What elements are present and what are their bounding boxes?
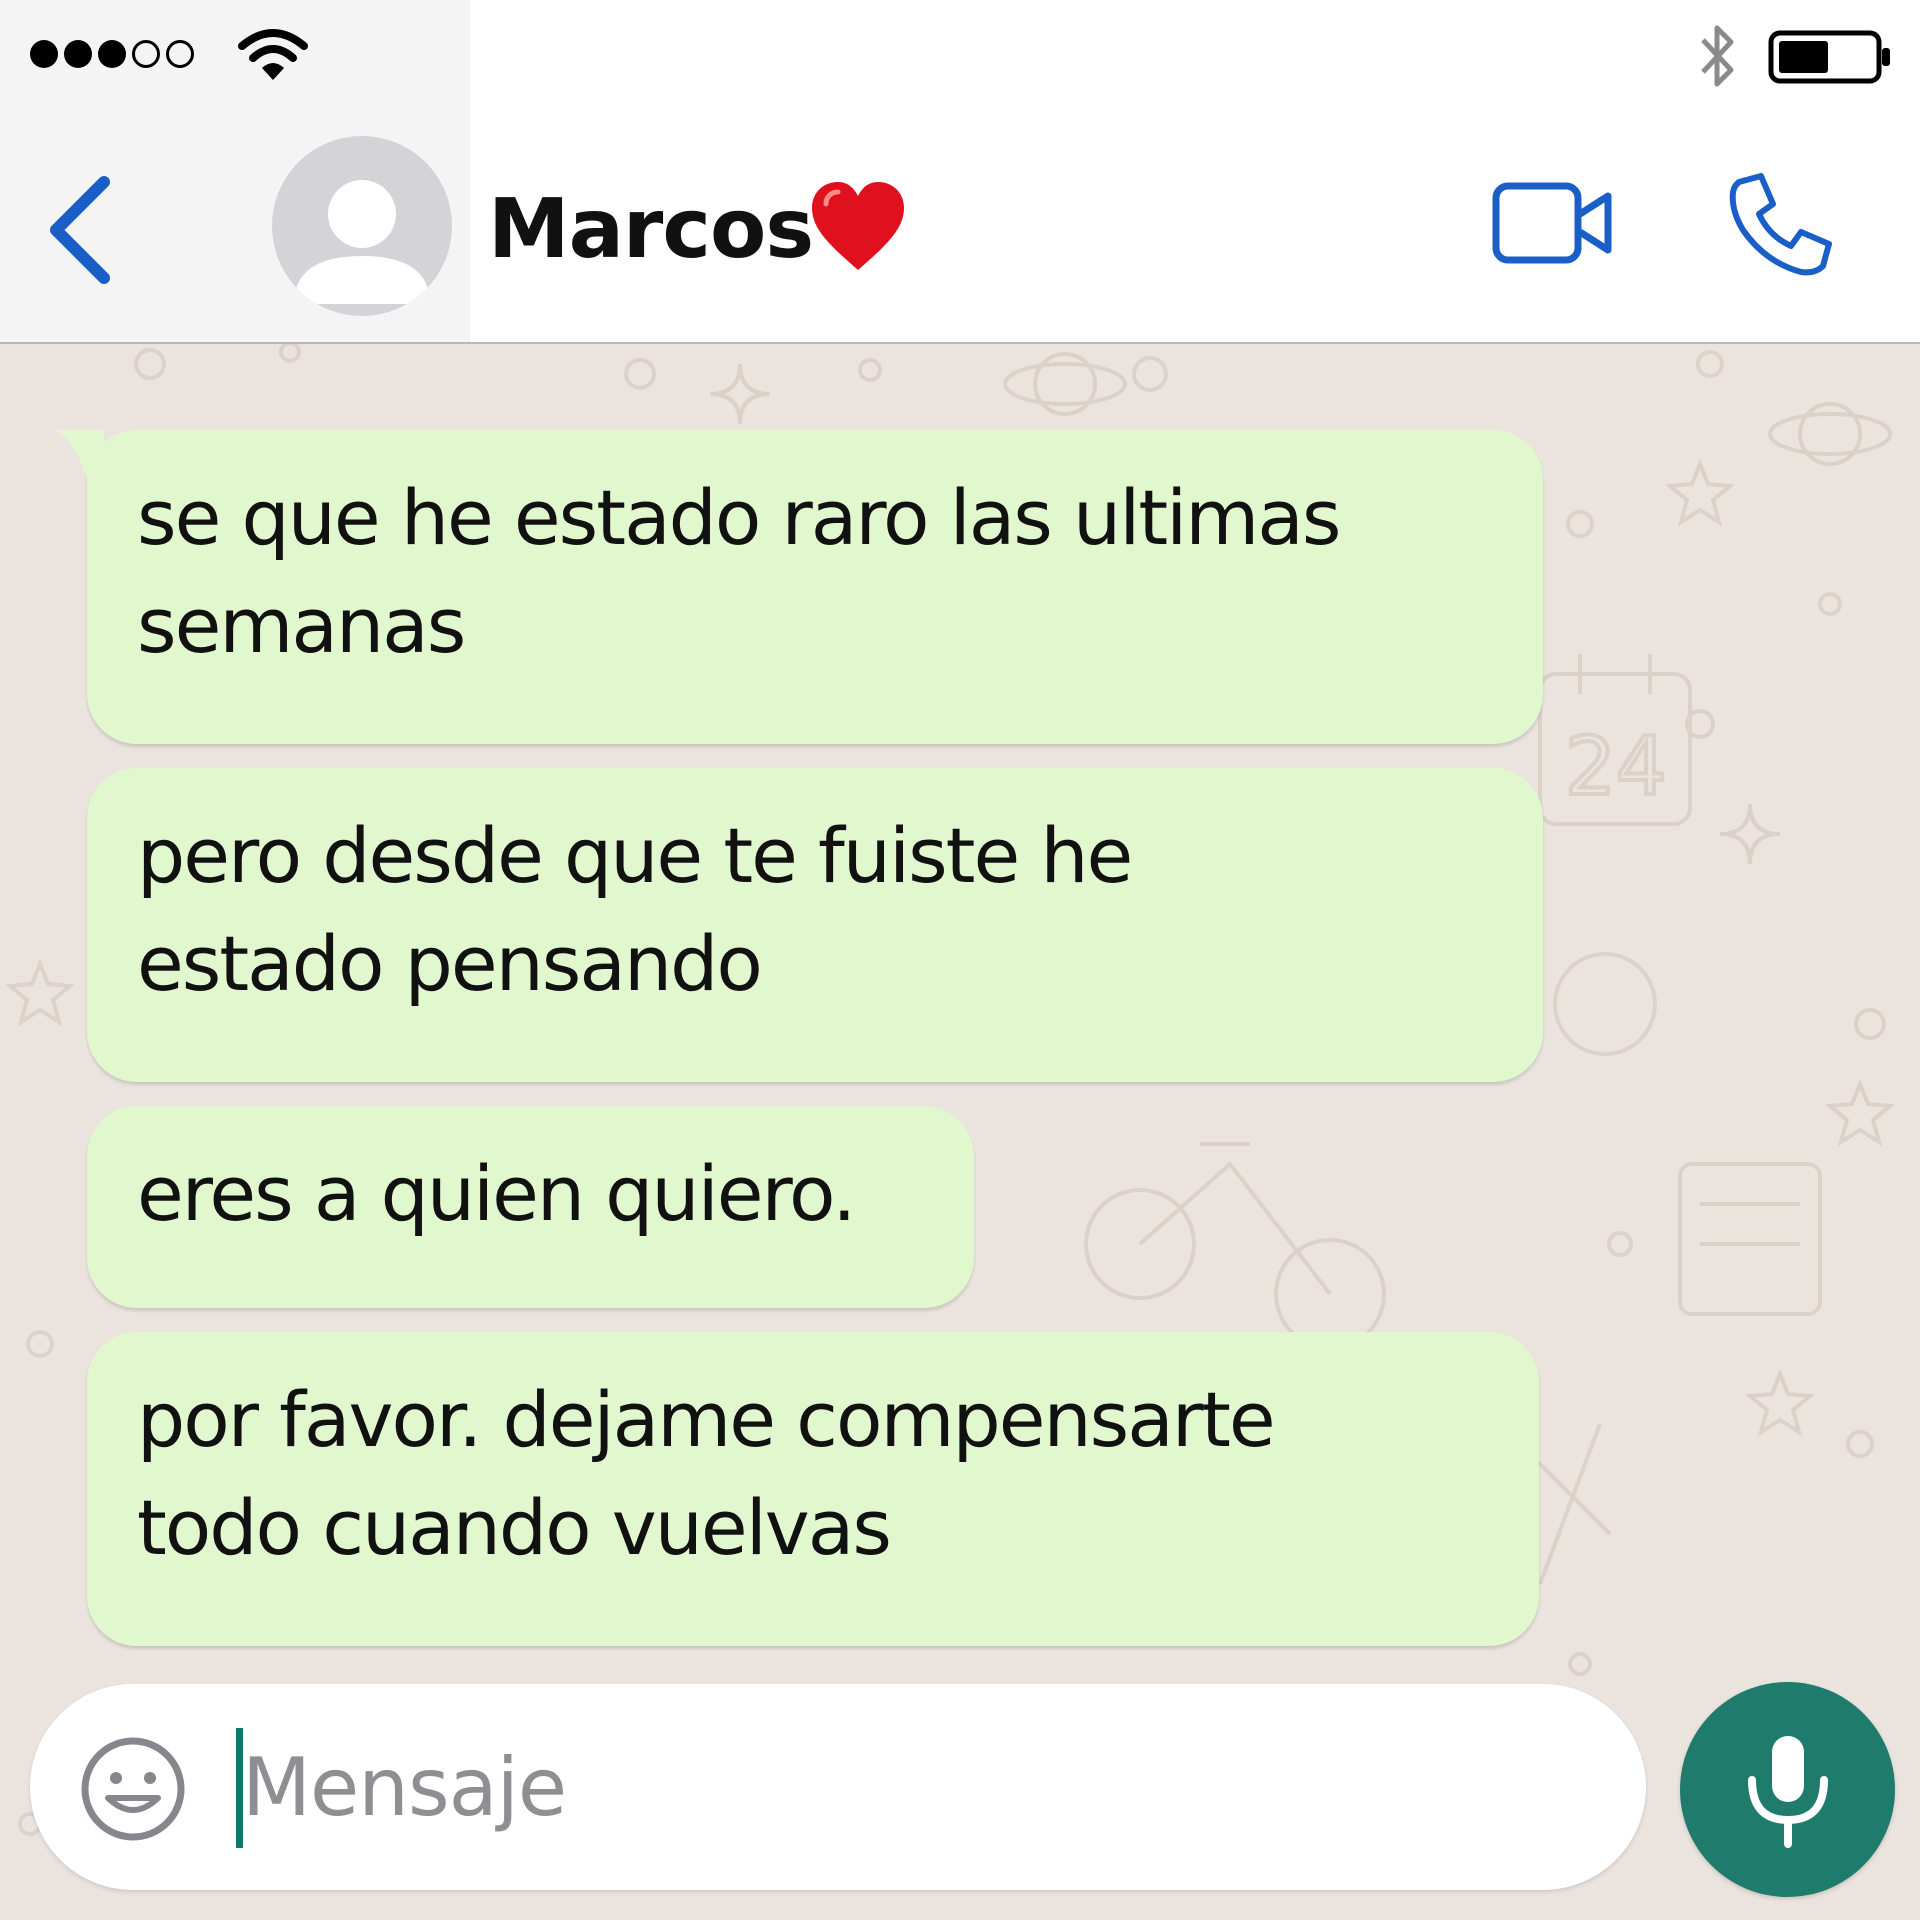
- signal-strength-icon: [30, 40, 194, 68]
- message-bubble[interactable]: por favor. dejame compensarte todo cuand…: [87, 1332, 1539, 1646]
- bubble-tail: [54, 430, 104, 490]
- default-avatar-icon: [294, 180, 430, 304]
- contact-name[interactable]: Marcos: [488, 180, 814, 280]
- message-input-bar[interactable]: Mensaje: [30, 1684, 1646, 1890]
- message-text: por favor. dejame compensarte todo cuand…: [137, 1375, 1276, 1572]
- message-bubble[interactable]: eres a quien quiero.: [87, 1106, 974, 1308]
- contact-avatar[interactable]: [272, 136, 452, 316]
- video-camera-icon[interactable]: [1490, 178, 1616, 268]
- mic-button[interactable]: [1680, 1682, 1895, 1897]
- microphone-icon: [1748, 1736, 1828, 1848]
- red-heart-emoji: [812, 182, 904, 270]
- chevron-left-icon[interactable]: [40, 170, 120, 290]
- phone-icon[interactable]: [1725, 170, 1835, 280]
- smiley-icon[interactable]: [78, 1734, 188, 1844]
- chat-header: Marcos: [0, 110, 1920, 342]
- battery-icon: [1768, 30, 1890, 84]
- status-bar: [0, 0, 1920, 110]
- svg-text:24: 24: [1565, 720, 1667, 813]
- message-bubble[interactable]: se que he estado raro las ultimas semana…: [54, 430, 1543, 744]
- wifi-icon: [238, 29, 308, 80]
- message-text: se que he estado raro las ultimas semana…: [137, 473, 1341, 670]
- message-text: pero desde que te fuiste he estado pensa…: [137, 811, 1133, 1008]
- message-input[interactable]: Mensaje: [242, 1728, 567, 1848]
- message-text: eres a quien quiero.: [137, 1149, 856, 1238]
- message-bubble[interactable]: pero desde que te fuiste he estado pensa…: [87, 768, 1543, 1082]
- bluetooth-icon: [1701, 25, 1734, 87]
